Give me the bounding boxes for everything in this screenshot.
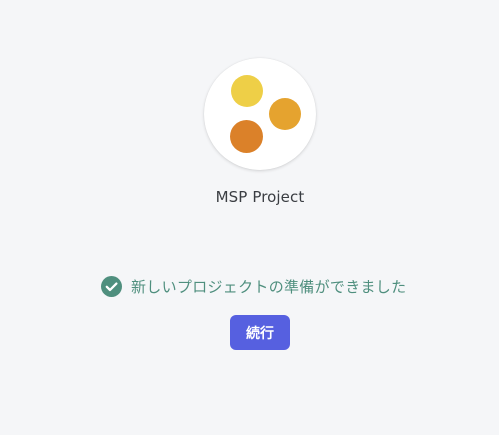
check-circle-icon <box>101 275 122 297</box>
project-logo <box>204 58 316 170</box>
logo-dot-amber <box>269 98 301 130</box>
continue-button[interactable]: 続行 <box>230 315 290 350</box>
logo-dot-yellow <box>231 75 263 107</box>
status-message: 新しいプロジェクトの準備ができました <box>131 277 407 296</box>
status-message-row: 新しいプロジェクトの準備ができました <box>101 274 406 298</box>
project-name: MSP Project <box>215 188 305 206</box>
logo-dot-orange <box>230 120 263 153</box>
check-circle-bg <box>101 275 122 297</box>
